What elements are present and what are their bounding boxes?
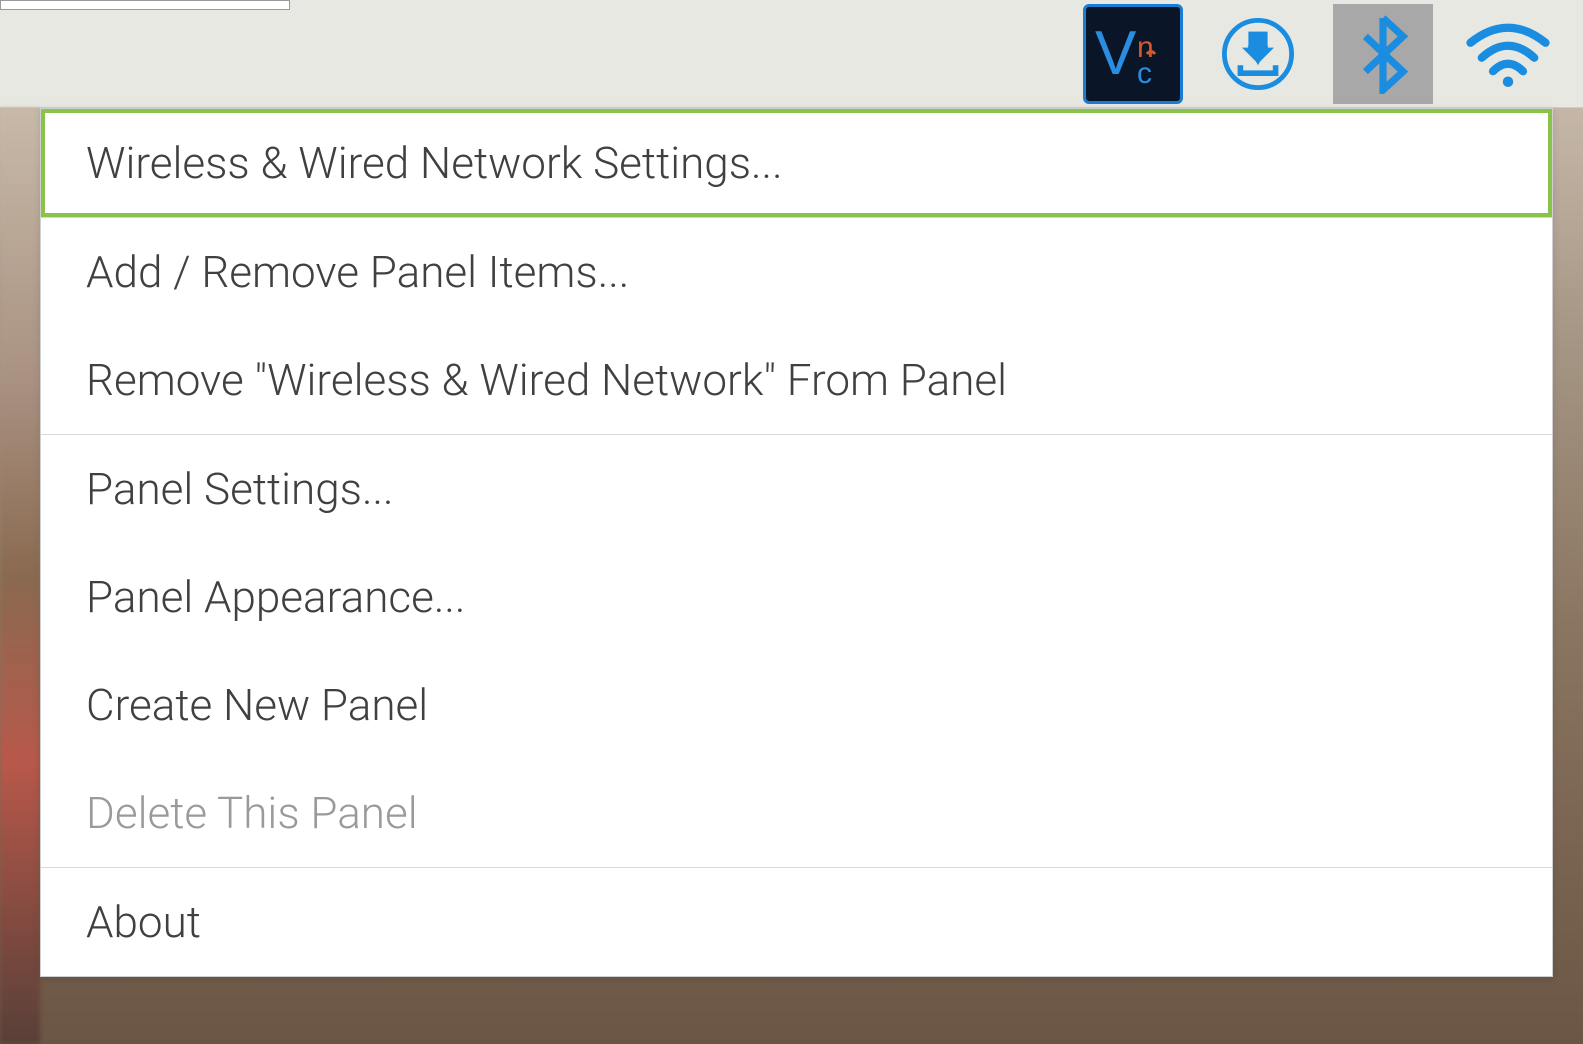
svg-text:c: c <box>1137 57 1152 89</box>
menu-item-network-settings[interactable]: Wireless & Wired Network Settings... <box>41 109 1552 217</box>
menu-item-label: About <box>86 896 201 948</box>
menu-item-label: Create New Panel <box>86 679 428 731</box>
menu-item-label: Panel Settings... <box>86 463 394 515</box>
menu-item-delete-panel: Delete This Panel <box>41 759 1552 867</box>
menu-item-label: Delete This Panel <box>86 787 418 839</box>
download-icon[interactable] <box>1213 9 1303 99</box>
menu-item-about[interactable]: About <box>41 868 1552 976</box>
menu-item-label: Add / Remove Panel Items... <box>86 246 629 298</box>
window-fragment <box>0 0 290 10</box>
bluetooth-icon[interactable] <box>1333 4 1433 104</box>
svg-text:V: V <box>1095 19 1137 88</box>
menu-item-remove-from-panel[interactable]: Remove "Wireless & Wired Network" From P… <box>41 326 1552 434</box>
panel-context-menu: Wireless & Wired Network Settings... Add… <box>40 108 1553 977</box>
menu-item-label: Wireless & Wired Network Settings... <box>86 137 783 189</box>
system-panel: V n c <box>0 0 1583 108</box>
menu-item-panel-appearance[interactable]: Panel Appearance... <box>41 543 1552 651</box>
menu-item-create-panel[interactable]: Create New Panel <box>41 651 1552 759</box>
wifi-icon[interactable] <box>1463 9 1553 99</box>
vnc-icon[interactable]: V n c <box>1083 4 1183 104</box>
menu-item-panel-settings[interactable]: Panel Settings... <box>41 435 1552 543</box>
menu-item-add-remove-panel[interactable]: Add / Remove Panel Items... <box>41 218 1552 326</box>
menu-item-label: Panel Appearance... <box>86 571 465 623</box>
desktop-background-sliver <box>0 108 40 1044</box>
menu-item-label: Remove "Wireless & Wired Network" From P… <box>86 354 1007 406</box>
